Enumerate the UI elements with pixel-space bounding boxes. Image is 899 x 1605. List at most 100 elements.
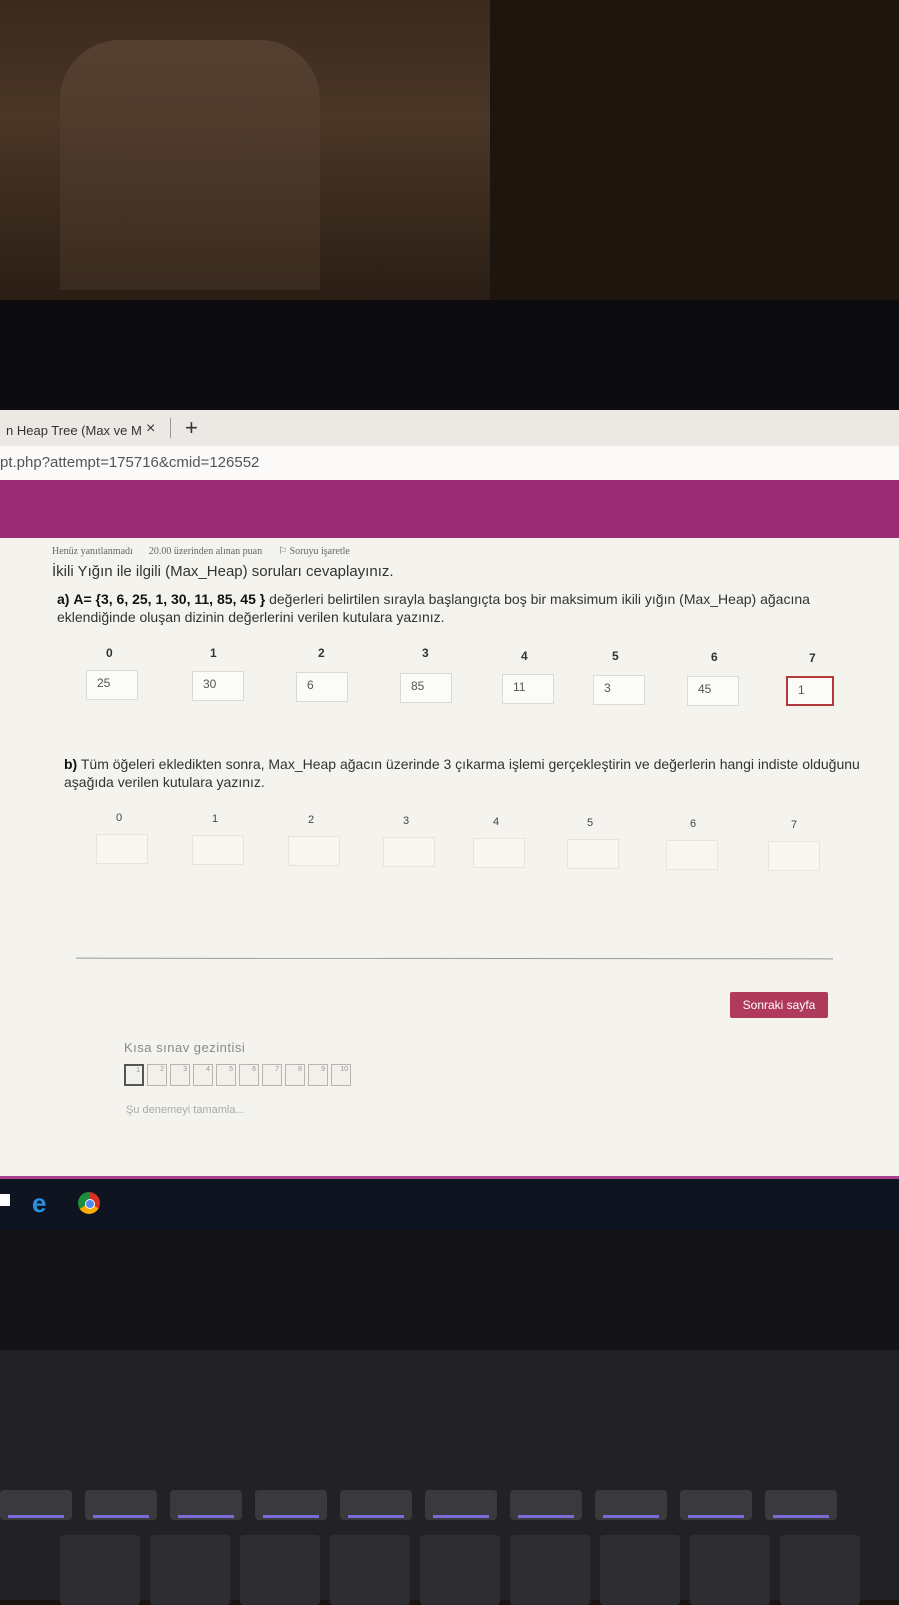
- chrome-icon[interactable]: [78, 1192, 100, 1214]
- answer-box-a[interactable]: 30: [192, 671, 244, 701]
- index-label: 3: [422, 646, 429, 660]
- answer-box-a[interactable]: 11: [502, 674, 554, 704]
- answer-box-a[interactable]: 6: [296, 672, 348, 702]
- tab-separator: [170, 418, 171, 438]
- index-label: 5: [612, 649, 619, 663]
- part-b-desc: Tüm öğeleri ekledikten sonra, Max_Heap a…: [64, 756, 860, 790]
- answer-box-b[interactable]: [96, 834, 148, 864]
- part-b-label: b): [64, 756, 78, 772]
- tab-bar: n Heap Tree (Max ve M × +: [0, 410, 899, 447]
- index-label: 0: [116, 812, 123, 824]
- key-backlight: [263, 1515, 319, 1518]
- finish-attempt-link[interactable]: Şu denemeyi tamamla...: [126, 1104, 245, 1116]
- nav-question-button[interactable]: 4: [193, 1064, 213, 1086]
- keyboard-key: [150, 1535, 230, 1605]
- nav-question-button[interactable]: 9: [308, 1064, 328, 1086]
- couch-cushion: [60, 40, 320, 290]
- answer-box-b[interactable]: [768, 841, 820, 871]
- keyboard-key: [765, 1490, 837, 1520]
- keyboard-key: [510, 1535, 590, 1605]
- browser-tab[interactable]: n Heap Tree (Max ve M: [0, 414, 170, 446]
- url-text: pt.php?attempt=175716&cmid=126552: [0, 454, 260, 471]
- part-a-label: a): [57, 591, 70, 607]
- index-label: 7: [791, 819, 798, 831]
- address-bar[interactable]: pt.php?attempt=175716&cmid=126552: [0, 446, 899, 481]
- keyboard-key: [595, 1490, 667, 1520]
- tab-title: n Heap Tree (Max ve M: [6, 422, 142, 438]
- index-label: 5: [587, 817, 594, 829]
- key-backlight: [93, 1515, 149, 1518]
- part-a-set: A= {3, 6, 25, 1, 30, 11, 85, 45 }: [73, 591, 266, 607]
- keyboard-key: [425, 1490, 497, 1520]
- nav-question-button[interactable]: 7: [262, 1064, 282, 1086]
- index-label: 1: [210, 646, 217, 660]
- index-label: 2: [318, 646, 325, 660]
- keyboard-key: [330, 1535, 410, 1605]
- section-divider: [75, 957, 834, 960]
- question-meta: Henüz yanıtlanmadı 20.00 üzerinden alına…: [52, 546, 350, 557]
- answer-box-a[interactable]: 25: [86, 670, 138, 700]
- part-a-text: a) A= {3, 6, 25, 1, 30, 11, 85, 45 } değ…: [57, 590, 877, 626]
- close-icon[interactable]: ×: [146, 420, 155, 438]
- keyboard-key: [510, 1490, 582, 1520]
- quiz-navigation: 1 2 3 4 5 6 7 8 9 10: [124, 1064, 351, 1086]
- answer-box-b[interactable]: [473, 838, 525, 868]
- start-icon[interactable]: [0, 1194, 10, 1206]
- keyboard-key: [240, 1535, 320, 1605]
- index-label: 6: [711, 650, 718, 664]
- next-page-button[interactable]: Sonraki sayfa: [730, 992, 828, 1018]
- answer-box-b[interactable]: [192, 835, 244, 865]
- keyboard-key: [85, 1490, 157, 1520]
- taskbar: [0, 1179, 899, 1230]
- index-label: 4: [521, 649, 528, 663]
- answer-box-a[interactable]: 45: [687, 676, 739, 706]
- index-label: 2: [308, 814, 315, 826]
- nav-question-button[interactable]: 1: [124, 1064, 144, 1086]
- keyboard-key: [680, 1490, 752, 1520]
- part-b-text: b) Tüm öğeleri ekledikten sonra, Max_Hea…: [64, 755, 874, 791]
- key-backlight: [773, 1515, 829, 1518]
- laptop-screen: n Heap Tree (Max ve M × + pt.php?attempt…: [0, 410, 899, 1230]
- keyboard-key: [780, 1535, 860, 1605]
- quiz-navigation-title: Kısa sınav gezintisi: [124, 1040, 246, 1055]
- key-backlight: [518, 1515, 574, 1518]
- dark-wall: [490, 0, 899, 300]
- index-label: 0: [106, 646, 113, 660]
- keyboard-key: [600, 1535, 680, 1605]
- nav-question-button[interactable]: 8: [285, 1064, 305, 1086]
- index-label: 6: [690, 818, 697, 830]
- keyboard-key: [690, 1535, 770, 1605]
- nav-question-button[interactable]: 5: [216, 1064, 236, 1086]
- answer-box-a-focused[interactable]: 1: [786, 676, 834, 706]
- keyboard-key: [420, 1535, 500, 1605]
- key-backlight: [8, 1515, 64, 1518]
- flag-label: Soruyu işaretle: [289, 546, 350, 557]
- flag-question-link[interactable]: ⚐ Soruyu işaretle: [278, 546, 350, 557]
- nav-question-button[interactable]: 10: [331, 1064, 351, 1086]
- answer-box-b[interactable]: [288, 836, 340, 866]
- points-text: 20.00 üzerinden alınan puan: [148, 546, 263, 557]
- keyboard-key: [255, 1490, 327, 1520]
- new-tab-button[interactable]: +: [185, 415, 198, 441]
- key-backlight: [178, 1515, 234, 1518]
- answer-box-b[interactable]: [383, 837, 435, 867]
- keyboard-key: [170, 1490, 242, 1520]
- answer-box-b[interactable]: [666, 840, 718, 870]
- laptop-bezel-bottom: [0, 1230, 899, 1350]
- answer-box-a[interactable]: 85: [400, 673, 452, 703]
- keyboard-key: [60, 1535, 140, 1605]
- index-label: 3: [403, 815, 410, 827]
- index-label: 7: [809, 651, 816, 665]
- internet-explorer-icon[interactable]: e: [32, 1188, 46, 1219]
- nav-question-button[interactable]: 2: [147, 1064, 167, 1086]
- key-backlight: [348, 1515, 404, 1518]
- answer-box-b[interactable]: [567, 839, 619, 869]
- background-room: [0, 0, 899, 300]
- nav-question-button[interactable]: 6: [239, 1064, 259, 1086]
- answer-box-a[interactable]: 3: [593, 675, 645, 705]
- site-header: [0, 480, 899, 538]
- nav-question-button[interactable]: 3: [170, 1064, 190, 1086]
- laptop-bezel-top: [0, 300, 899, 410]
- keyboard-key: [340, 1490, 412, 1520]
- key-backlight: [603, 1515, 659, 1518]
